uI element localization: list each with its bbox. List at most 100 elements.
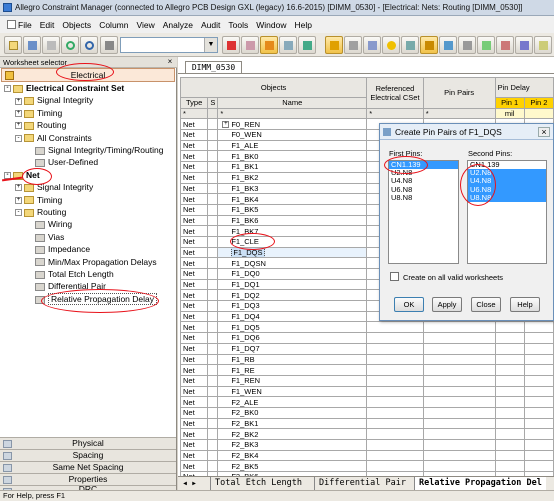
- collapse-icon[interactable]: -: [15, 134, 22, 142]
- name-cell[interactable]: F1_RE: [217, 364, 368, 376]
- pin-pairs-cell[interactable]: [422, 332, 496, 344]
- menu-analyze[interactable]: Analyze: [159, 20, 197, 30]
- tree-item[interactable]: User-Defined: [0, 156, 176, 168]
- tree-item[interactable]: + Timing: [0, 107, 176, 119]
- report-icon[interactable]: [477, 36, 495, 54]
- name-cell[interactable]: F2_BK4: [217, 449, 368, 462]
- ref-cset-cell[interactable]: [366, 385, 424, 398]
- pin1-cell[interactable]: [494, 342, 525, 355]
- name-cell[interactable]: F1_DQ6: [217, 332, 368, 344]
- table-row[interactable]: Net F1_DQ7: [180, 342, 554, 355]
- ref-cset-cell[interactable]: [366, 439, 424, 451]
- first-tab-icon[interactable]: ◀: [181, 479, 189, 488]
- table-row[interactable]: Net F1_RE: [180, 364, 554, 376]
- name-cell[interactable]: F1_DQ4: [217, 310, 368, 323]
- name-cell[interactable]: F2_BK3: [217, 439, 368, 451]
- pin1-cell[interactable]: [494, 353, 525, 366]
- pin2-cell[interactable]: [523, 439, 554, 451]
- worksheet-icon[interactable]: [279, 36, 297, 54]
- name-cell[interactable]: F1_RB: [217, 353, 368, 366]
- tree-item[interactable]: Signal Integrity/Timing/Routing: [0, 144, 176, 156]
- name-cell[interactable]: F1_BK1: [217, 161, 368, 173]
- expand-icon[interactable]: +: [15, 97, 22, 105]
- ref-cset-cell[interactable]: [366, 364, 424, 376]
- table-row[interactable]: Net F1_DQ5: [180, 321, 554, 334]
- ref-cset-cell[interactable]: [366, 321, 424, 334]
- name-cell[interactable]: F1_BK5: [217, 203, 368, 216]
- pin-pairs-cell[interactable]: [422, 342, 496, 355]
- name-cell[interactable]: F1_DQ7: [217, 342, 368, 355]
- table-row[interactable]: Net F2_BK5: [180, 460, 554, 473]
- pin-pairs-cell[interactable]: [422, 321, 496, 334]
- tree-item[interactable]: Total Etch Length: [0, 268, 176, 280]
- tree-item[interactable]: + Routing: [0, 119, 176, 131]
- menu-window[interactable]: Window: [252, 20, 290, 30]
- pin2-cell[interactable]: [523, 374, 554, 387]
- menu-view[interactable]: View: [132, 20, 158, 30]
- collapse-icon[interactable]: -: [4, 85, 11, 93]
- menu-audit[interactable]: Audit: [197, 20, 224, 30]
- pin1-cell[interactable]: [494, 428, 525, 440]
- pin-pairs-cell[interactable]: [422, 374, 496, 387]
- tree-item[interactable]: + Signal Integrity: [0, 94, 176, 106]
- name-cell[interactable]: F2_ALE: [217, 396, 368, 408]
- ref-cset-cell[interactable]: [366, 396, 424, 408]
- pin2-cell[interactable]: [523, 321, 554, 334]
- pin-pairs-cell[interactable]: [422, 364, 496, 376]
- table-row[interactable]: Net F2_BK1: [180, 417, 554, 430]
- name-cell[interactable]: F1_DQSN: [217, 257, 368, 269]
- close-button[interactable]: Close: [471, 297, 501, 312]
- pin1-cell[interactable]: [494, 321, 525, 334]
- ok-button[interactable]: OK: [394, 297, 424, 312]
- name-cell[interactable]: F1_DQ5: [217, 321, 368, 334]
- name-cell[interactable]: F2_BK1: [217, 417, 368, 430]
- menu-help[interactable]: Help: [290, 20, 315, 30]
- pin1-cell[interactable]: [494, 374, 525, 387]
- menu-objects[interactable]: Objects: [58, 20, 95, 30]
- refresh-icon[interactable]: [439, 36, 457, 54]
- name-cell[interactable]: F1_BK3: [217, 182, 368, 195]
- name-cell[interactable]: F1_BK7: [217, 225, 368, 237]
- filter-icon[interactable]: [222, 36, 240, 54]
- expand-icon[interactable]: +: [15, 196, 22, 204]
- pin1-cell[interactable]: [494, 449, 525, 462]
- pin-pairs-cell[interactable]: [422, 460, 496, 473]
- pin-list-item[interactable]: U8.N8: [389, 193, 458, 202]
- redo-icon[interactable]: [80, 36, 98, 54]
- table-row[interactable]: Net F2_BK4: [180, 449, 554, 462]
- pin1-cell[interactable]: [494, 332, 525, 344]
- pin2-cell[interactable]: [523, 332, 554, 344]
- expand-icon[interactable]: +: [15, 110, 22, 118]
- pin-pairs-cell[interactable]: [422, 353, 496, 366]
- table-row[interactable]: Net F1_DQ6: [180, 332, 554, 344]
- pin2-cell[interactable]: [523, 460, 554, 473]
- audit-icon[interactable]: [325, 36, 343, 54]
- pin2-cell[interactable]: [523, 342, 554, 355]
- tab-differential-pair[interactable]: Differential Pair: [314, 477, 410, 490]
- ref-cset-cell[interactable]: [366, 406, 424, 419]
- dehighlight-icon[interactable]: [260, 36, 278, 54]
- help-button[interactable]: Help: [510, 297, 540, 312]
- pin2-cell[interactable]: [523, 364, 554, 376]
- name-cell[interactable]: F1_DQ1: [217, 278, 368, 291]
- tree-item[interactable]: Relative Propagation Delay: [0, 292, 176, 305]
- name-cell[interactable]: F2_BK0: [217, 406, 368, 419]
- first-pins-list[interactable]: CN1.139 U2.N8 U4.N8 U6.N8 U8.N8: [388, 160, 459, 264]
- apply-button[interactable]: Apply: [432, 297, 462, 312]
- pin-pairs-cell[interactable]: [422, 417, 496, 430]
- name-cell[interactable]: F0_WEN: [217, 129, 368, 141]
- pin2-cell[interactable]: [523, 449, 554, 462]
- tree-item[interactable]: - All Constraints: [0, 132, 176, 144]
- scope-combo[interactable]: ▼: [120, 37, 218, 53]
- name-cell[interactable]: + F0_REN: [217, 118, 368, 131]
- ref-cset-cell[interactable]: [366, 449, 424, 462]
- name-cell[interactable]: F1_BK4: [217, 193, 368, 205]
- name-cell[interactable]: F1_REN: [217, 374, 368, 387]
- pin2-cell[interactable]: [523, 385, 554, 398]
- collapse-icon[interactable]: -: [4, 172, 11, 180]
- tab-relative-propagation-delay[interactable]: Relative Propagation Del: [414, 477, 546, 490]
- expand-icon[interactable]: +: [222, 121, 230, 129]
- table-row[interactable]: Net F2_BK2: [180, 428, 554, 440]
- name-cell[interactable]: F2_BK2: [217, 428, 368, 440]
- name-cell[interactable]: F1_ALE: [217, 139, 368, 152]
